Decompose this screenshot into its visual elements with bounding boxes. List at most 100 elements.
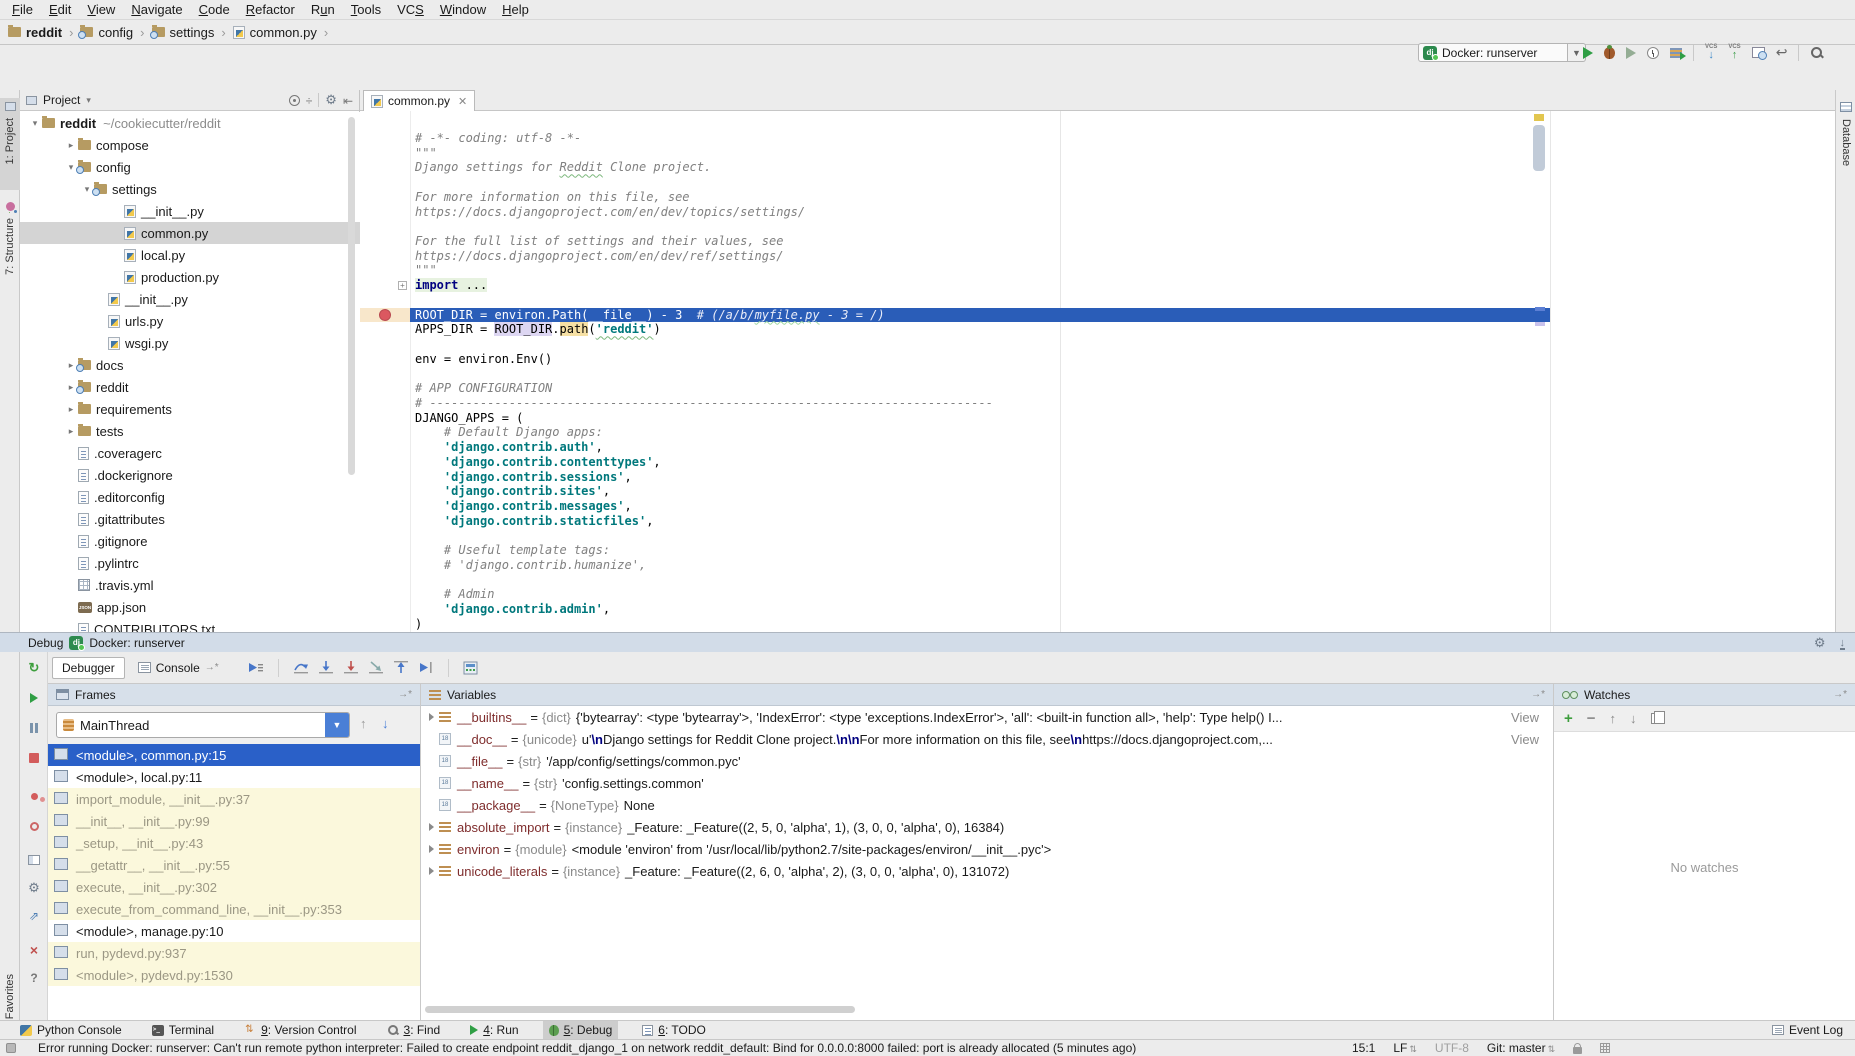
stack-frame[interactable]: <module>, local.py:11 — [48, 766, 420, 788]
tree-item-common.py[interactable]: common.py — [20, 222, 360, 244]
indexing-icon[interactable] — [1600, 1043, 1610, 1053]
tree-item-wsgi.py[interactable]: wsgi.py — [20, 332, 360, 354]
view-breakpoints-icon[interactable] — [26, 788, 42, 804]
stripe-mark-highlight[interactable] — [1535, 322, 1545, 326]
breakpoint-icon[interactable] — [379, 309, 391, 321]
menu-window[interactable]: Window — [432, 2, 494, 17]
menu-navigate[interactable]: Navigate — [123, 2, 190, 17]
chevron-down-icon[interactable]: ▼ — [325, 713, 349, 737]
chevron-right-icon[interactable]: ▸ — [64, 404, 78, 415]
stack-frame[interactable]: <module>, manage.py:10 — [48, 920, 420, 942]
fold-expand-icon[interactable]: + — [398, 281, 407, 290]
stop-icon[interactable] — [26, 750, 42, 766]
tab-terminal[interactable]: Terminal — [146, 1021, 220, 1040]
move-up-icon[interactable] — [1610, 711, 1617, 726]
pin-tab-icon[interactable] — [26, 908, 42, 924]
variable-row-__package__[interactable]: __package__={NoneType}None — [421, 794, 1553, 816]
variable-row-__doc__[interactable]: __doc__={unicode}u'\nDjango settings for… — [421, 728, 1553, 750]
tab-event-log[interactable]: Event Log — [1772, 1023, 1843, 1037]
variable-row-__name__[interactable]: __name__={str}'config.settings.common' — [421, 772, 1553, 794]
previous-frame-icon[interactable]: ↑ — [360, 716, 367, 731]
gear-icon[interactable] — [1814, 635, 1826, 651]
chevron-right-icon[interactable] — [429, 713, 434, 721]
tree-item-__init__.py[interactable]: __init__.py — [20, 200, 360, 222]
debug-window-header[interactable]: Debug Docker: runserver — [0, 632, 1855, 652]
project-panel-title[interactable]: Project — [43, 93, 80, 107]
mute-breakpoints-icon[interactable] — [26, 818, 42, 834]
stack-frame[interactable]: execute_from_command_line, __init__.py:3… — [48, 898, 420, 920]
tree-item-.dockerignore[interactable]: .dockerignore — [20, 464, 360, 486]
project-tree-scrollbar[interactable] — [348, 117, 355, 475]
tree-item-urls.py[interactable]: urls.py — [20, 310, 360, 332]
menu-edit[interactable]: Edit — [41, 2, 79, 17]
tree-item-docs[interactable]: ▸docs — [20, 354, 360, 376]
tree-item-__init__.py[interactable]: __init__.py — [20, 288, 360, 310]
copy-icon[interactable] — [1651, 713, 1660, 724]
run-to-cursor-icon[interactable] — [418, 661, 434, 674]
pause-icon[interactable] — [26, 720, 42, 736]
stripe-mark-warning[interactable] — [1534, 114, 1544, 121]
breadcrumb-common.py[interactable]: common.py — [233, 25, 317, 40]
chevron-right-icon[interactable] — [429, 867, 434, 875]
close-icon[interactable]: ✕ — [458, 95, 467, 108]
menu-file[interactable]: File — [4, 2, 41, 17]
restore-layout-icon[interactable] — [26, 852, 42, 868]
stack-frame[interactable]: <module>, pydevd.py:1530 — [48, 964, 420, 986]
menu-vcs[interactable]: VCS — [389, 2, 432, 17]
thread-select[interactable]: MainThread ▼ — [56, 712, 350, 738]
chevron-right-icon[interactable] — [429, 845, 434, 853]
tree-item-requirements[interactable]: ▸requirements — [20, 398, 360, 420]
tree-item-production.py[interactable]: production.py — [20, 266, 360, 288]
tab-debugger[interactable]: Debugger — [52, 657, 125, 679]
tree-item-reddit[interactable]: ▾reddit~/cookiecutter/reddit — [20, 112, 360, 134]
menu-code[interactable]: Code — [191, 2, 238, 17]
menu-refactor[interactable]: Refactor — [238, 2, 303, 17]
tree-item-local.py[interactable]: local.py — [20, 244, 360, 266]
stack-frame[interactable]: run, pydevd.py:937 — [48, 942, 420, 964]
menu-view[interactable]: View — [79, 2, 123, 17]
view-link[interactable]: View — [1503, 732, 1539, 747]
stack-frame[interactable]: __init__, __init__.py:99 — [48, 810, 420, 832]
step-out-icon[interactable] — [393, 661, 409, 674]
sidebar-item-project[interactable]: 1: Project — [0, 98, 20, 190]
add-watch-icon[interactable] — [1564, 710, 1573, 727]
stack-frame[interactable]: <module>, common.py:15 — [48, 744, 420, 766]
sidebar-item-database[interactable]: Database — [1836, 98, 1855, 188]
pin-icon[interactable]: →* — [1531, 689, 1545, 700]
editor-canvas[interactable]: + # -*- coding: utf-8 -*-"""Django setti… — [360, 111, 1835, 677]
breadcrumb-settings[interactable]: settings — [152, 25, 215, 40]
move-down-icon[interactable] — [1630, 711, 1637, 726]
tree-item-.gitattributes[interactable]: .gitattributes — [20, 508, 360, 530]
menu-help[interactable]: Help — [494, 2, 537, 17]
help-icon[interactable] — [26, 970, 42, 986]
tab-console[interactable]: Console→* — [129, 657, 228, 679]
gear-icon[interactable] — [325, 92, 337, 108]
remove-watch-icon[interactable] — [1587, 710, 1596, 727]
tab-6-todo[interactable]: 6: TODO — [636, 1021, 712, 1040]
chevron-right-icon[interactable]: ▸ — [64, 426, 78, 437]
tab-9-version-control[interactable]: 9: Version Control — [238, 1021, 362, 1040]
tree-item-.editorconfig[interactable]: .editorconfig — [20, 486, 360, 508]
stack-frame[interactable]: import_module, __init__.py:37 — [48, 788, 420, 810]
chevron-down-icon[interactable]: ▾ — [86, 95, 91, 106]
view-link[interactable]: View — [1503, 710, 1539, 725]
show-execution-point-icon[interactable] — [248, 661, 264, 674]
editor-scrollbar[interactable] — [1533, 125, 1545, 171]
variables-hscrollbar[interactable] — [425, 1006, 855, 1013]
breadcrumb-config[interactable]: config — [80, 25, 133, 40]
step-over-icon[interactable] — [293, 661, 309, 674]
tab-5-debug[interactable]: 5: Debug — [543, 1021, 619, 1040]
chevron-down-icon[interactable]: ▾ — [28, 118, 42, 129]
tree-item-config[interactable]: ▾config — [20, 156, 360, 178]
chevron-right-icon[interactable] — [429, 823, 434, 831]
code-area[interactable]: # -*- coding: utf-8 -*-"""Django setting… — [410, 131, 1550, 676]
file-encoding[interactable]: UTF-8 — [1435, 1041, 1469, 1055]
tree-item-.pylintrc[interactable]: .pylintrc — [20, 552, 360, 574]
tree-item-compose[interactable]: ▸compose — [20, 134, 360, 156]
tree-item-.travis.yml[interactable]: .travis.yml — [20, 574, 360, 596]
variable-row-absolute_import[interactable]: absolute_import={instance}_Feature: _Fea… — [421, 816, 1553, 838]
pin-icon[interactable]: →* — [398, 689, 412, 700]
variable-row-unicode_literals[interactable]: unicode_literals={instance}_Feature: _Fe… — [421, 860, 1553, 882]
pin-icon[interactable]: →* — [1833, 689, 1847, 700]
stack-frame[interactable]: execute, __init__.py:302 — [48, 876, 420, 898]
